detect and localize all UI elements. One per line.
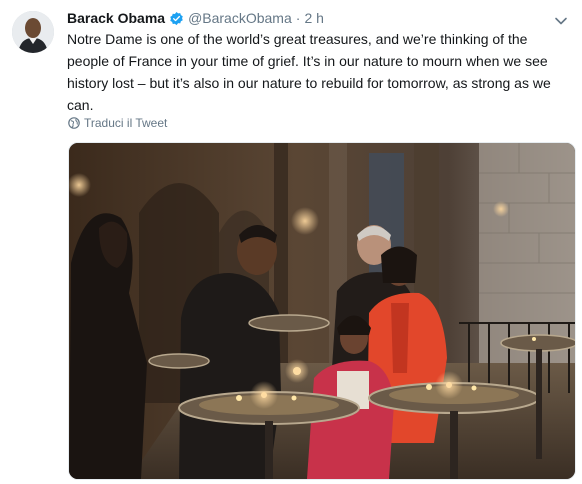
verified-badge-icon — [169, 11, 184, 26]
tweet-photo[interactable] — [68, 142, 576, 480]
avatar[interactable] — [12, 11, 54, 53]
separator-dot: · — [295, 10, 301, 26]
translate-label: Traduci il Tweet — [84, 116, 168, 130]
tweet-text: Notre Dame is one of the world’s great t… — [67, 31, 551, 113]
tweet-timestamp[interactable]: 2 h — [304, 9, 323, 27]
author-name[interactable]: Barack Obama — [67, 9, 165, 27]
chevron-down-icon[interactable] — [554, 14, 568, 28]
tweet-header: Barack Obama @BarackObama · 2 h — [67, 8, 542, 28]
globe-icon — [68, 117, 80, 129]
translate-tweet-link[interactable]: Traduci il Tweet — [68, 115, 167, 131]
tweet-card[interactable]: Barack Obama @BarackObama · 2 h Notre Da… — [0, 0, 582, 484]
author-handle[interactable]: @BarackObama — [188, 9, 292, 27]
